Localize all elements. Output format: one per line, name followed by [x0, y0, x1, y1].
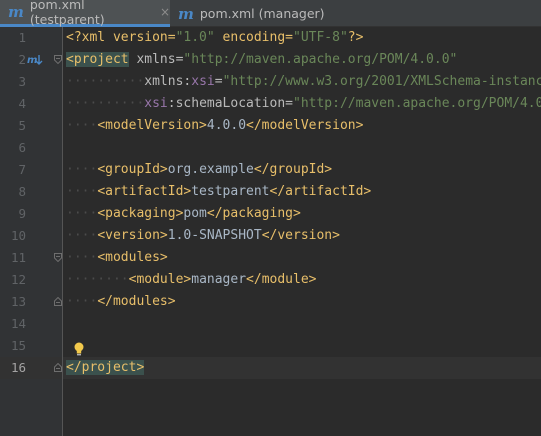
line-number: 8 [18, 184, 26, 199]
code-line-2[interactable]: <project xmlns="http://maven.apache.org/… [66, 49, 457, 71]
code-line-11[interactable]: ····<modules> [66, 247, 168, 269]
tab-pom-testparent[interactable]: m pom.xml (testparent) × [0, 0, 170, 27]
line-number: 9 [18, 206, 26, 221]
line-number: 6 [18, 140, 26, 155]
code-line-12[interactable]: ········<module>manager</module> [66, 269, 317, 291]
close-icon[interactable]: × [160, 5, 170, 19]
line-number: 1 [18, 30, 26, 45]
code-line-1[interactable]: <?xml version="1.0" encoding="UTF-8"?> [66, 27, 363, 49]
code-line-8[interactable]: ····<artifactId>testparent</artifactId> [66, 181, 371, 203]
code-line-4[interactable]: ··········xsi:schemaLocation="http://mav… [66, 93, 541, 115]
code-line-3[interactable]: ··········xmlns:xsi="http://www.w3.org/2… [66, 71, 541, 93]
line-number: 4 [18, 96, 26, 111]
lightbulb-icon[interactable] [72, 341, 86, 357]
tab-label: pom.xml (testparent) [29, 0, 105, 27]
line-number: 7 [18, 162, 26, 177]
fold-close-icon[interactable] [54, 297, 62, 306]
line-number: 2 [18, 52, 26, 67]
line-number: 5 [18, 118, 26, 133]
maven-run-icon[interactable]: m [27, 53, 43, 70]
fold-open-icon[interactable] [54, 253, 62, 262]
line-number: 10 [10, 228, 26, 243]
line-number: 14 [10, 316, 26, 331]
line-number: 11 [10, 250, 26, 265]
line-number-current: 16 [10, 360, 26, 375]
tab-pom-manager[interactable]: m pom.xml (manager) [170, 0, 350, 27]
line-number: 13 [10, 294, 26, 309]
code-line-16[interactable]: </project> [66, 357, 145, 379]
code-line-5[interactable]: ····<modelVersion>4.0.0</modelVersion> [66, 115, 363, 137]
code-line-9[interactable]: ····<packaging>pom</packaging> [66, 203, 301, 225]
fold-close-icon[interactable] [54, 363, 62, 372]
gutter-divider [62, 27, 63, 436]
code-line-10[interactable]: ····<version>1.0-SNAPSHOT</version> [66, 225, 340, 247]
maven-m-icon: m [178, 4, 194, 23]
svg-text:m: m [27, 55, 37, 66]
line-number: 15 [10, 338, 26, 353]
editor-tab-bar: m pom.xml (testparent) × m pom.xml (mana… [0, 0, 541, 27]
maven-m-icon: m [8, 3, 24, 21]
tab-label: pom.xml (manager) [199, 6, 325, 21]
line-number: 12 [10, 272, 26, 287]
fold-open-icon[interactable] [54, 55, 62, 64]
code-line-13[interactable]: ····</modules> [66, 291, 176, 313]
code-line-7[interactable]: ····<groupId>org.example</groupId> [66, 159, 332, 181]
line-number: 3 [18, 74, 26, 89]
